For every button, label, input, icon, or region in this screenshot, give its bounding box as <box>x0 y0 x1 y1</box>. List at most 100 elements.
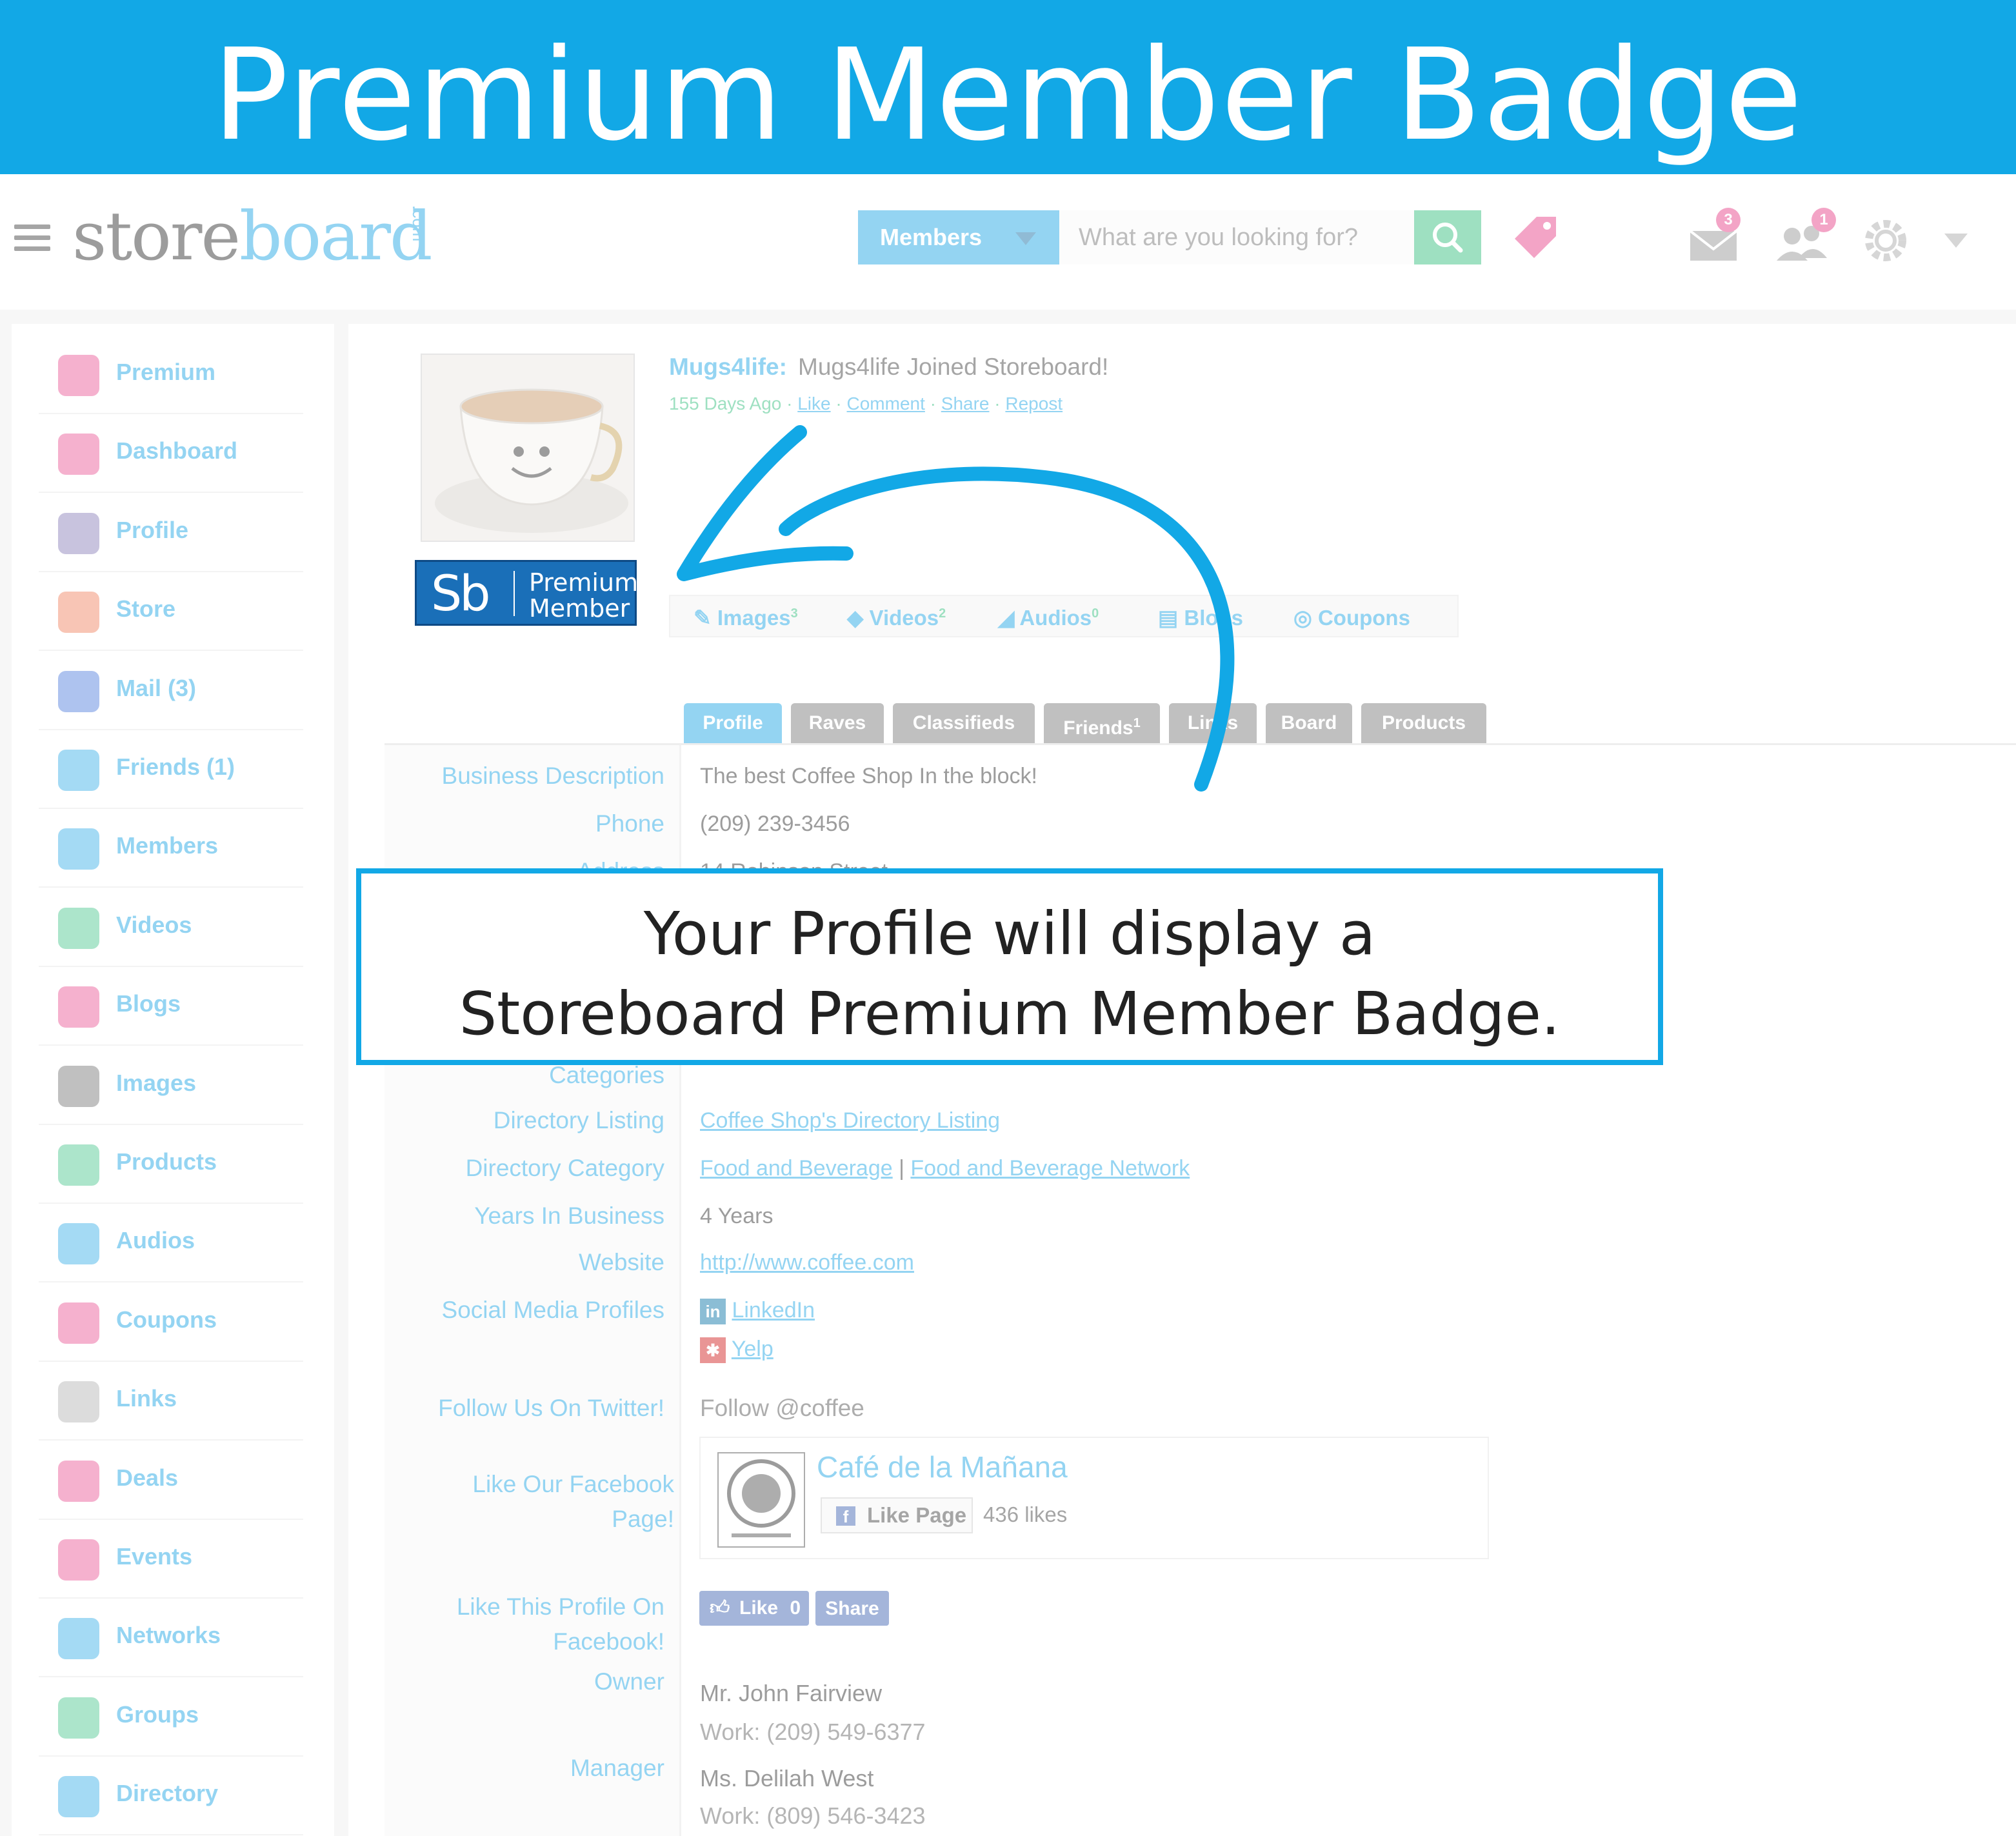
chevron-down-icon[interactable] <box>1944 234 1968 248</box>
facebook-like-page-button[interactable]: f Like Page <box>821 1497 973 1533</box>
tag-icon[interactable] <box>1507 210 1562 266</box>
tab-products[interactable]: Products <box>1361 703 1486 743</box>
sidebar-item-groups[interactable]: Groups <box>39 1678 303 1757</box>
media-count: 0 <box>1092 606 1099 621</box>
sidebar-item-images[interactable]: Images <box>39 1046 303 1125</box>
media-label: Coupons <box>1317 606 1410 630</box>
sidebar-item-label: Profile <box>116 516 189 543</box>
groups-icon <box>58 1697 99 1739</box>
sidebar-item-store[interactable]: Store <box>39 572 303 652</box>
sidebar-item-members[interactable]: Members <box>39 809 303 888</box>
twitter-follow-link[interactable]: Follow @coffee <box>700 1392 864 1424</box>
media-blogs-link[interactable]: ▤ Blogs <box>1158 605 1243 630</box>
sidebar-item-label: Links <box>116 1385 177 1412</box>
sidebar-item-blogs[interactable]: Blogs <box>39 967 303 1046</box>
field-value-phone: (209) 239-3456 <box>700 812 850 836</box>
facebook-like-button[interactable]: 👍︎ Like 0 <box>699 1591 809 1626</box>
tab-label: Classifieds <box>912 712 1015 733</box>
field-value-directory-listing[interactable]: Coffee Shop's Directory Listing <box>700 1104 1000 1137</box>
cafe-logo <box>717 1452 805 1548</box>
audios-icon <box>58 1223 99 1265</box>
tab-profile[interactable]: Profile <box>684 703 782 743</box>
search-input[interactable] <box>1059 210 1414 264</box>
media-label: Audios <box>1019 606 1092 630</box>
sidebar-item-networks[interactable]: Networks <box>39 1599 303 1678</box>
teacup-image <box>422 355 634 541</box>
post-share-link[interactable]: Share <box>941 394 990 414</box>
sidebar-item-friends[interactable]: Friends (1) <box>39 730 303 809</box>
directory-network-link[interactable]: Food and Beverage Network <box>910 1156 1190 1181</box>
field-label-years: Years In Business <box>474 1202 664 1229</box>
tab-raves[interactable]: Raves <box>791 703 884 743</box>
facebook-share-button[interactable]: Share <box>815 1591 889 1626</box>
friends-icon <box>58 750 99 791</box>
sidebar-item-events[interactable]: Events <box>39 1520 303 1599</box>
media-videos-link[interactable]: ◆ Videos2 <box>847 605 946 630</box>
sidebar-item-products[interactable]: Products <box>39 1125 303 1204</box>
logo-suffix: .com <box>409 205 428 242</box>
tab-label: Products <box>1381 712 1466 733</box>
menu-icon[interactable] <box>14 225 50 251</box>
post-repost-link[interactable]: Repost <box>1005 394 1063 414</box>
profile-icon <box>58 512 99 554</box>
tab-links[interactable]: Links <box>1169 703 1257 743</box>
sidebar-item-links[interactable]: Links <box>39 1362 303 1441</box>
sidebar-item-deals[interactable]: Deals <box>39 1441 303 1520</box>
profile-avatar[interactable] <box>421 354 635 542</box>
tab-label: Friends <box>1063 717 1133 739</box>
tab-label: Links <box>1187 712 1239 733</box>
directory-category-link[interactable]: Food and Beverage <box>700 1156 893 1181</box>
directory-icon <box>58 1776 99 1818</box>
linkedin-link[interactable]: in LinkedIn <box>700 1294 815 1326</box>
media-count: 3 <box>790 606 798 621</box>
field-label-social: Social Media Profiles <box>441 1297 664 1323</box>
sidebar-item-directory[interactable]: Directory <box>39 1757 303 1836</box>
field-label-website: Website <box>579 1249 664 1275</box>
coupons-icon: ◎ <box>1293 606 1318 630</box>
sidebar-item-mail[interactable]: Mail (3) <box>39 652 303 730</box>
blogs-icon <box>58 986 99 1028</box>
search-category-dropdown[interactable]: Members <box>858 210 1059 264</box>
sidebar-item-coupons[interactable]: Coupons <box>39 1283 303 1362</box>
yelp-icon: ✱ <box>700 1337 726 1364</box>
callout-box: Your Profile will display a Storeboard P… <box>356 868 1663 1065</box>
media-coupons-link[interactable]: ◎ Coupons <box>1293 605 1410 630</box>
members-icon <box>58 828 99 870</box>
chevron-down-icon <box>1015 232 1036 245</box>
field-label-manager: Manager <box>570 1755 664 1781</box>
sidebar-item-videos[interactable]: Videos <box>39 888 303 967</box>
field-value-website[interactable]: http://www.coffee.com <box>700 1246 914 1279</box>
post-comment-link[interactable]: Comment <box>847 394 925 414</box>
tab-friends[interactable]: Friends1 <box>1044 703 1160 743</box>
owner-name: Mr. John Fairview <box>700 1680 883 1706</box>
field-label-business-description: Business Description <box>441 763 664 789</box>
media-label: Images <box>717 606 791 630</box>
media-audios-link[interactable]: ◢ Audios0 <box>998 605 1099 630</box>
post-author[interactable]: Mugs4life: <box>669 354 787 381</box>
audios-icon: ◢ <box>998 606 1020 630</box>
sidebar-item-label: Blogs <box>116 990 181 1017</box>
sidebar-item-dashboard[interactable]: Dashboard <box>39 414 303 494</box>
storeboard-logo[interactable]: storeboard <box>72 197 433 275</box>
facebook-page-name[interactable]: Café de la Mañana <box>817 1450 1068 1484</box>
sidebar-item-audios[interactable]: Audios <box>39 1204 303 1283</box>
sidebar-item-label: Videos <box>116 911 192 938</box>
sidebar-item-label: Deals <box>116 1464 179 1491</box>
sidebar-item-profile[interactable]: Profile <box>39 494 303 572</box>
post-like-link[interactable]: Like <box>797 394 830 414</box>
sidebar-item-premium[interactable]: Premium <box>39 335 303 414</box>
events-icon <box>58 1539 99 1581</box>
callout-line1: Your Profile will display a <box>643 899 1376 968</box>
media-images-link[interactable]: ✎ Images3 <box>694 605 798 630</box>
mail-count-badge: 3 <box>1716 208 1741 232</box>
search-button[interactable] <box>1414 210 1481 264</box>
settings-icon[interactable] <box>1857 212 1915 270</box>
tab-classifieds[interactable]: Classifieds <box>893 703 1035 743</box>
field-value-business-description: The best Coffee Shop In the block! <box>700 764 1037 788</box>
field-label-twitter: Follow Us On Twitter! <box>438 1395 664 1421</box>
post-time: 155 Days Ago <box>669 394 782 414</box>
tab-board[interactable]: Board <box>1266 703 1352 743</box>
yelp-label: Yelp <box>731 1337 773 1361</box>
premium-icon <box>58 355 99 396</box>
yelp-link[interactable]: ✱ Yelp <box>700 1333 773 1365</box>
